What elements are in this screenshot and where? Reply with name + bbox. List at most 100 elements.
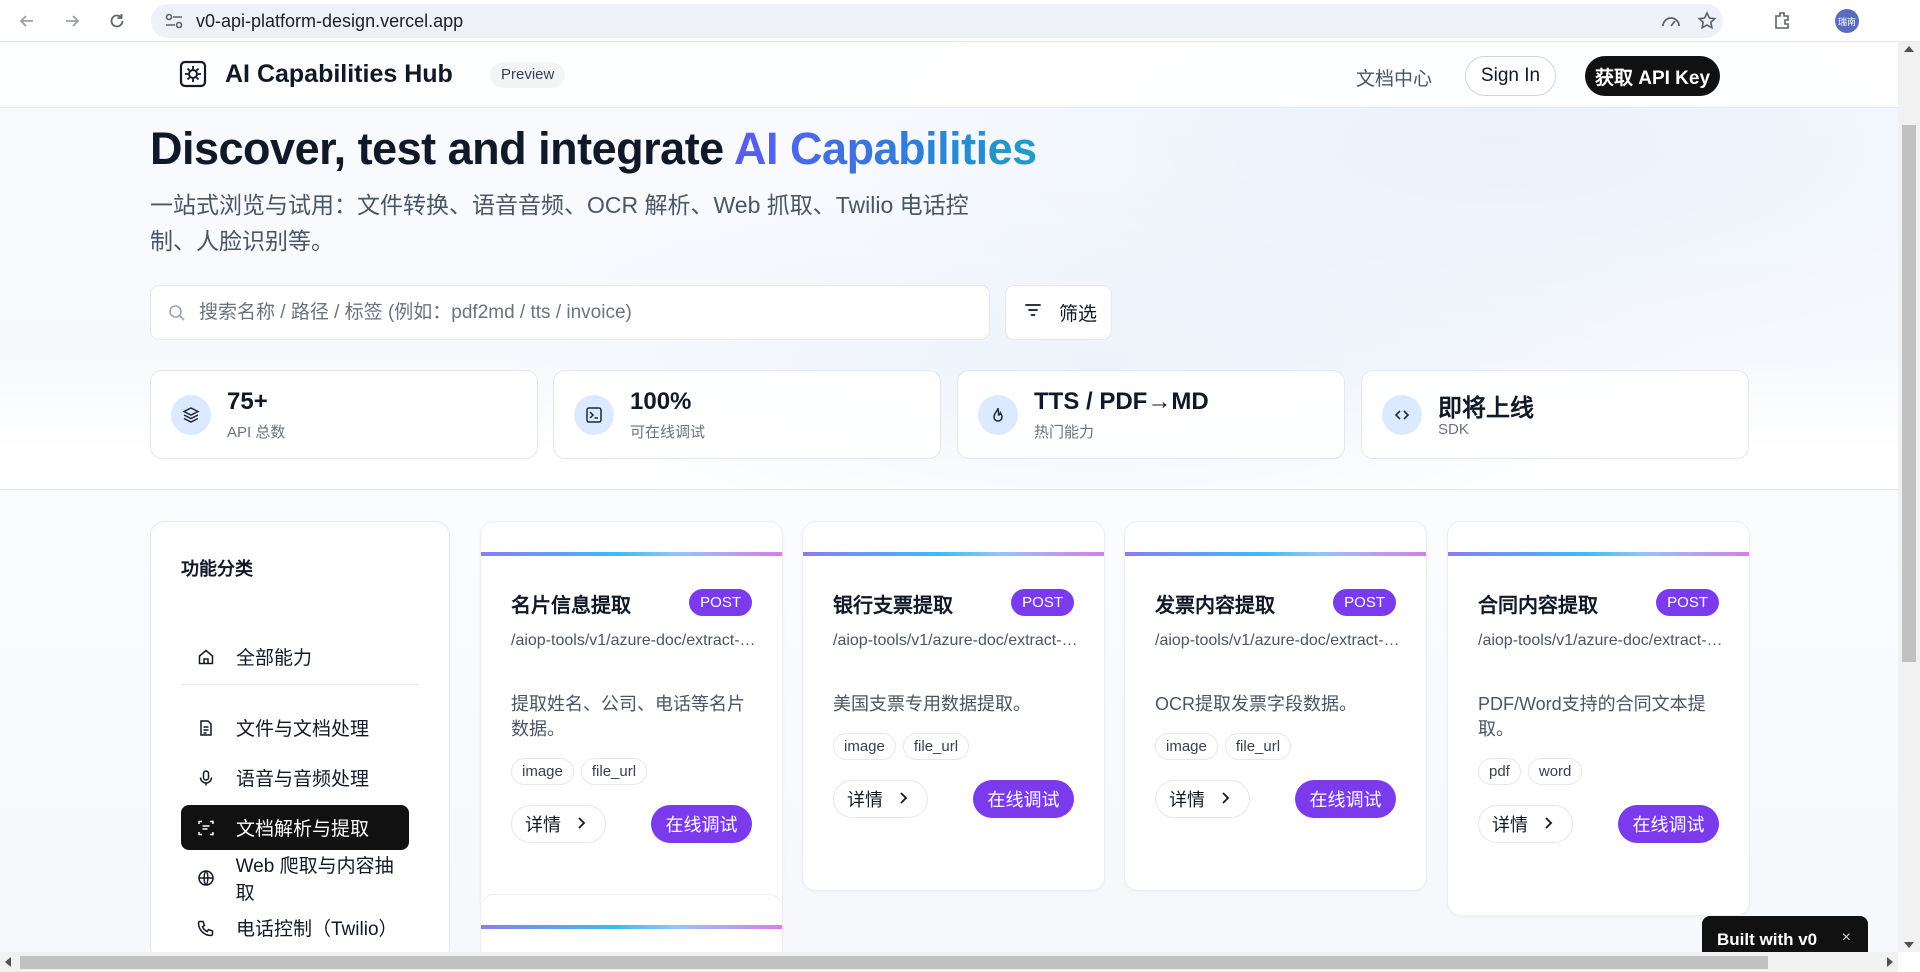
sidebar-item-audio[interactable]: 语音与音频处理	[181, 755, 409, 800]
chevron-right-icon	[1544, 814, 1554, 835]
layers-icon	[171, 395, 211, 435]
home-icon	[195, 648, 217, 666]
browser-toolbar: v0-api-platform-design.vercel.app 瑞南	[0, 0, 1920, 42]
search-box[interactable]	[150, 285, 990, 340]
scroll-up-icon[interactable]	[1904, 46, 1914, 52]
sidebar-item-label: 电话控制（Twilio）	[236, 919, 398, 940]
card-accent-bar	[1448, 552, 1749, 556]
sidebar-item-label: 全部能力	[236, 648, 313, 669]
tag: file_url	[580, 758, 648, 785]
brand-name[interactable]: AI Capabilities Hub	[225, 60, 453, 89]
sign-in-button[interactable]: Sign In	[1465, 56, 1556, 96]
search-input[interactable]	[199, 301, 959, 324]
tag: image	[833, 733, 896, 760]
hero-title-accent: AI Capabilities	[734, 123, 1037, 174]
detail-button[interactable]: 详情	[1155, 780, 1250, 818]
detail-label: 详情	[1169, 790, 1205, 810]
sidebar-item-web[interactable]: Web 爬取与内容抽取	[181, 855, 409, 904]
filter-button[interactable]: 筛选	[1005, 285, 1112, 340]
tag: word	[1527, 758, 1583, 785]
card-accent-bar	[481, 552, 782, 556]
category-sidebar: 功能分类 全部能力 文件与文档处理 语音与音频处理 文档解析与提取 Web 爬取…	[150, 521, 450, 952]
sidebar-item-label: 语音与音频处理	[236, 769, 370, 790]
stat-value: 100%	[630, 388, 692, 415]
terminal-icon	[574, 395, 614, 435]
scroll-right-icon[interactable]	[1887, 957, 1893, 967]
sidebar-item-label: 文档解析与提取	[236, 819, 370, 840]
code-icon	[1382, 395, 1422, 435]
detail-button[interactable]: 详情	[1478, 805, 1573, 843]
hero-title-main: Discover, test and integrate	[150, 123, 735, 174]
horizontal-scroll-thumb[interactable]	[20, 956, 1768, 969]
profile-avatar[interactable]: 瑞南	[1835, 9, 1859, 33]
built-with-label: Built with v0	[1717, 929, 1818, 949]
try-online-button[interactable]: 在线调试	[651, 805, 752, 843]
built-with-badge[interactable]: Built with v0 ×	[1702, 916, 1868, 952]
tag: image	[1155, 733, 1218, 760]
stat-card-online-debug: 100% 可在线调试	[553, 370, 941, 459]
card-tags: image file_url	[511, 758, 648, 785]
tag: pdf	[1478, 758, 1521, 785]
method-badge: POST	[1011, 589, 1074, 616]
card-accent-bar	[1125, 552, 1426, 556]
vertical-scrollbar[interactable]	[1898, 42, 1920, 952]
api-card-partial[interactable]	[480, 894, 783, 952]
detail-label: 详情	[525, 815, 561, 835]
horizontal-scrollbar[interactable]	[0, 952, 1898, 972]
api-card-business-card[interactable]: 名片信息提取 POST /aiop-tools/v1/azure-doc/ext…	[480, 521, 783, 916]
back-icon[interactable]	[16, 10, 38, 32]
address-bar[interactable]: v0-api-platform-design.vercel.app	[151, 4, 1723, 38]
card-title: 合同内容提取	[1478, 595, 1598, 617]
performance-icon[interactable]	[1661, 12, 1681, 35]
tag: file_url	[1224, 733, 1292, 760]
stat-card-api-total: 75+ API 总数	[150, 370, 538, 459]
app-header: AI Capabilities Hub Preview 文档中心 Sign In…	[0, 42, 1898, 108]
card-tags: pdf word	[1478, 758, 1583, 785]
sidebar-item-all[interactable]: 全部能力	[181, 634, 409, 679]
chevron-right-icon	[1221, 789, 1231, 810]
api-card-invoice[interactable]: 发票内容提取 POST /aiop-tools/v1/azure-doc/ext…	[1124, 521, 1427, 891]
try-online-button[interactable]: 在线调试	[1295, 780, 1396, 818]
site-info-icon[interactable]	[165, 13, 183, 34]
card-path: /aiop-tools/v1/azure-doc/extract-bank-ch…	[833, 632, 1078, 649]
get-api-key-button[interactable]: 获取 API Key	[1585, 56, 1720, 96]
sidebar-item-label: 文件与文档处理	[236, 719, 370, 740]
stat-card-hot-capabilities: TTS / PDF→MD 热门能力	[957, 370, 1345, 459]
globe-icon	[195, 869, 217, 887]
api-card-bank-check[interactable]: 银行支票提取 POST /aiop-tools/v1/azure-doc/ext…	[802, 521, 1105, 891]
stat-value: TTS / PDF→MD	[1034, 388, 1209, 415]
chevron-right-icon	[899, 789, 909, 810]
stat-label: 可在线调试	[630, 424, 706, 441]
page-content: Discover, test and integrate AI Capabili…	[0, 42, 1898, 952]
close-icon[interactable]: ×	[1842, 929, 1851, 947]
chevron-right-icon	[577, 814, 587, 835]
stat-label: SDK	[1438, 421, 1469, 438]
vertical-scroll-thumb[interactable]	[1902, 125, 1916, 662]
card-title: 名片信息提取	[511, 595, 631, 617]
scroll-left-icon[interactable]	[5, 957, 11, 967]
detail-button[interactable]: 详情	[833, 780, 928, 818]
scroll-down-icon[interactable]	[1904, 942, 1914, 948]
forward-icon[interactable]	[61, 10, 83, 32]
docs-link[interactable]: 文档中心	[1356, 64, 1432, 91]
extensions-icon[interactable]	[1772, 10, 1792, 35]
url-text[interactable]: v0-api-platform-design.vercel.app	[196, 11, 463, 32]
sidebar-item-doc-parsing[interactable]: 文档解析与提取	[181, 805, 409, 850]
stat-label: 热门能力	[1034, 424, 1095, 441]
detail-button[interactable]: 详情	[511, 805, 606, 843]
try-online-button[interactable]: 在线调试	[1618, 805, 1719, 843]
sidebar-item-phone[interactable]: 电话控制（Twilio）	[181, 905, 409, 950]
bookmark-star-icon[interactable]	[1697, 11, 1717, 36]
card-tags: image file_url	[833, 733, 970, 760]
card-path: /aiop-tools/v1/azure-doc/extract-busines…	[511, 632, 756, 649]
api-card-contract[interactable]: 合同内容提取 POST /aiop-tools/v1/azure-doc/ext…	[1447, 521, 1750, 916]
card-title: 银行支票提取	[833, 595, 953, 617]
reload-icon[interactable]	[106, 10, 128, 32]
flame-icon	[978, 395, 1018, 435]
sidebar-item-label: Web 爬取与内容抽取	[235, 855, 394, 904]
try-online-button[interactable]: 在线调试	[973, 780, 1074, 818]
card-description: PDF/Word支持的合同文本提取。	[1478, 694, 1706, 739]
stat-label: API 总数	[227, 424, 286, 441]
card-tags: image file_url	[1155, 733, 1292, 760]
sidebar-item-files[interactable]: 文件与文档处理	[181, 705, 409, 750]
